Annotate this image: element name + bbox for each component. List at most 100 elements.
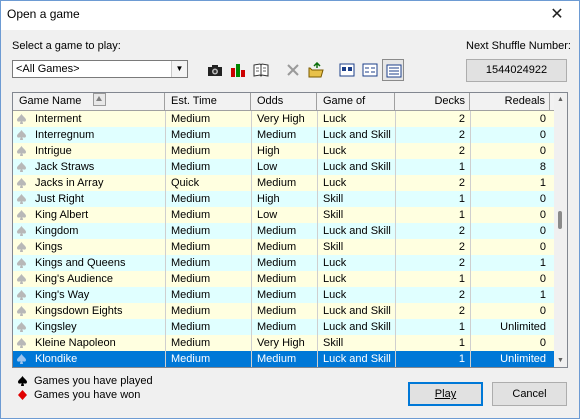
- cell-type: Luck and Skill: [323, 225, 391, 237]
- cell-type: Luck: [323, 177, 347, 189]
- table-row[interactable]: Kingdom Medium Medium Luck and Skill 2 0: [13, 223, 554, 239]
- column-header-odds[interactable]: Odds: [251, 93, 317, 110]
- cell-time: Medium: [171, 209, 211, 221]
- cell-type: Skill: [323, 209, 344, 221]
- cell-odds: Medium: [257, 257, 297, 269]
- play-button[interactable]: Play: [408, 382, 483, 406]
- list-view-button[interactable]: [359, 59, 381, 81]
- cell-time: Medium: [171, 241, 211, 253]
- scroll-up-arrow-icon[interactable]: ▲: [554, 93, 567, 106]
- cell-name: Interment: [35, 113, 82, 125]
- cell-type: Luck and Skill: [323, 321, 391, 333]
- table-row[interactable]: Just Right Medium High Skill 1 0: [13, 191, 554, 207]
- close-icon[interactable]: ✕: [534, 0, 580, 30]
- large-icons-view-button[interactable]: [336, 59, 358, 81]
- table-row[interactable]: Jack Straws Medium Low Luck and Skill 1 8: [13, 159, 554, 175]
- table-row[interactable]: Kleine Napoleon Medium Very High Skill 1 0: [13, 335, 554, 351]
- spade-outline-icon: [17, 130, 26, 140]
- column-divider: [470, 111, 471, 367]
- table-row[interactable]: Kings and Queens Medium Medium Luck 2 1: [13, 255, 554, 271]
- spade-outline-icon: [17, 322, 26, 332]
- cell-decks: 1: [458, 321, 465, 333]
- cell-type: Skill: [323, 337, 344, 349]
- column-header-game-name[interactable]: Game Name: [13, 93, 165, 110]
- table-row[interactable]: King Albert Medium Low Skill 1 0: [13, 207, 554, 223]
- cell-decks: 1: [458, 161, 465, 173]
- table-row[interactable]: King's Way Medium Medium Luck 2 1: [13, 287, 554, 303]
- camera-button[interactable]: [204, 59, 226, 81]
- cell-type: Luck and Skill: [323, 129, 391, 141]
- cell-name: King Albert: [35, 209, 89, 221]
- cell-time: Medium: [171, 321, 211, 333]
- column-divider: [165, 111, 166, 367]
- spade-outline-icon: [17, 274, 26, 284]
- cell-name: Intrigue: [35, 145, 72, 157]
- table-row[interactable]: Jacks in Array Quick Medium Luck 2 1: [13, 175, 554, 191]
- cell-name: Jacks in Array: [35, 177, 104, 189]
- cell-time: Medium: [171, 337, 211, 349]
- cell-decks: 2: [458, 241, 465, 253]
- statistics-button[interactable]: [227, 59, 249, 81]
- table-row[interactable]: King's Audience Medium Medium Luck 1 0: [13, 271, 554, 287]
- table-header: Game Name Est. Time Odds Game of Decks R…: [13, 93, 554, 111]
- list-view-icon: [362, 63, 378, 77]
- open-folder-icon: [308, 62, 324, 78]
- details-view-icon: [386, 64, 402, 78]
- table-row[interactable]: Klondike Medium Medium Luck and Skill 1 Unlim…: [13, 351, 554, 367]
- shuffle-number-button[interactable]: 1544024922: [466, 59, 567, 82]
- game-filter-value: <All Games>: [16, 63, 80, 75]
- details-view-button[interactable]: [382, 59, 404, 81]
- cell-decks: 2: [458, 225, 465, 237]
- table-row[interactable]: Interregnum Medium Medium Luck and Skill 2 0: [13, 127, 554, 143]
- column-header-redeals[interactable]: Redeals: [470, 93, 550, 110]
- spade-outline-icon: [17, 194, 26, 204]
- large-icons-view-icon: [339, 63, 355, 77]
- cancel-button[interactable]: Cancel: [492, 382, 567, 406]
- table-row[interactable]: Kingsdown Eights Medium Medium Luck and Ski…: [13, 303, 554, 319]
- cell-name: Kleine Napoleon: [35, 337, 116, 349]
- open-button[interactable]: [305, 59, 327, 81]
- cell-time: Medium: [171, 113, 211, 125]
- table-row[interactable]: Intrigue Medium High Luck 2 0: [13, 143, 554, 159]
- cell-time: Medium: [171, 353, 211, 365]
- cell-redeals: 0: [539, 145, 546, 157]
- cell-name: Jack Straws: [35, 161, 95, 173]
- spade-outline-icon: [17, 146, 26, 156]
- cell-name: Interregnum: [35, 129, 95, 141]
- cell-odds: Medium: [257, 177, 297, 189]
- cell-decks: 1: [458, 209, 465, 221]
- column-header-decks[interactable]: Decks: [395, 93, 470, 110]
- diamond-icon: [18, 390, 27, 400]
- sort-ascending-icon: [93, 93, 107, 106]
- cell-redeals: Unlimited: [500, 353, 546, 365]
- bar-chart-icon: [231, 64, 245, 77]
- cell-type: Luck and Skill: [323, 161, 391, 173]
- cell-type: Luck: [323, 257, 347, 269]
- shuffle-number-label: Next Shuffle Number:: [466, 40, 571, 52]
- delete-button[interactable]: [282, 59, 304, 81]
- scroll-down-arrow-icon[interactable]: ▼: [554, 354, 567, 367]
- column-header-est-time[interactable]: Est. Time: [165, 93, 251, 110]
- spade-outline-icon: [17, 290, 26, 300]
- cell-decks: 2: [458, 129, 465, 141]
- vertical-scrollbar[interactable]: ▲ ▼: [554, 93, 567, 367]
- chevron-down-icon[interactable]: ▼: [171, 61, 187, 77]
- cell-odds: Medium: [257, 241, 297, 253]
- table-row[interactable]: Interment Medium Very High Luck 2 0: [13, 111, 554, 127]
- column-header-game-of[interactable]: Game of: [317, 93, 395, 110]
- cell-time: Medium: [171, 305, 211, 317]
- cell-type: Luck and Skill: [323, 353, 391, 365]
- scrollbar-thumb[interactable]: [558, 211, 562, 229]
- cell-name: Kingsdown Eights: [35, 305, 123, 317]
- table-row[interactable]: Kingsley Medium Medium Luck and Skill 1 Unlim…: [13, 319, 554, 335]
- rules-button[interactable]: [250, 59, 272, 81]
- games-table[interactable]: Game Name Est. Time Odds Game of Decks R…: [12, 92, 568, 368]
- table-row[interactable]: Kings Medium Medium Skill 2 0: [13, 239, 554, 255]
- cell-time: Medium: [171, 289, 211, 301]
- spade-icon: [18, 376, 27, 386]
- cell-odds: Medium: [257, 353, 297, 365]
- cell-time: Medium: [171, 273, 211, 285]
- cell-odds: Medium: [257, 289, 297, 301]
- cell-odds: High: [257, 145, 280, 157]
- game-filter-select[interactable]: <All Games> ▼: [12, 60, 188, 78]
